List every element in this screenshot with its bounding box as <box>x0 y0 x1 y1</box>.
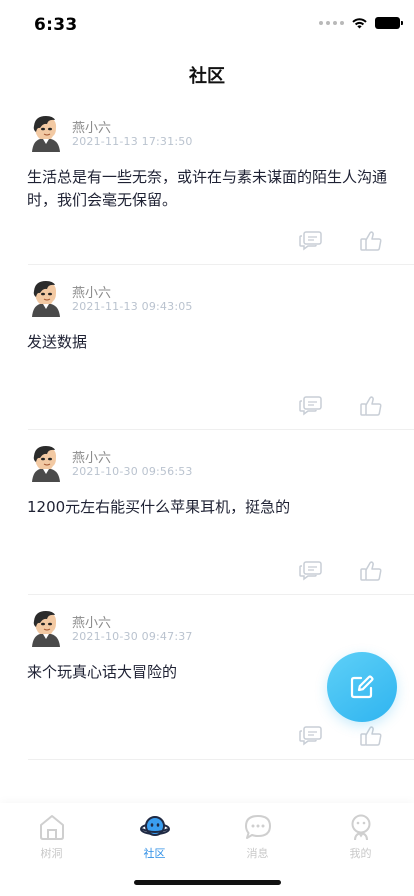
cellular-signal-icon <box>319 21 344 25</box>
post-card[interactable]: 燕小六 2021-11-13 17:31:50 生活总是有一些无奈，或许在与素未… <box>0 100 414 265</box>
post-content[interactable]: 发送数据 <box>27 331 397 354</box>
post-content[interactable]: 生活总是有一些无奈，或许在与素未谋面的陌生人沟通时，我们会毫无保留。 <box>27 166 397 212</box>
planet-icon <box>139 816 170 836</box>
profile-icon <box>351 814 370 841</box>
tab-label: 社区 <box>143 847 166 860</box>
comment-icon[interactable] <box>299 395 323 417</box>
avatar[interactable] <box>26 609 64 647</box>
post-timestamp: 2021-10-30 09:56:53 <box>72 465 193 478</box>
thumbs-up-icon[interactable] <box>359 725 383 747</box>
comment-icon[interactable] <box>299 230 323 252</box>
divider <box>28 759 414 760</box>
avatar[interactable] <box>26 114 64 152</box>
thumbs-up-icon[interactable] <box>359 560 383 582</box>
tab-messages[interactable]: 消息 <box>206 813 309 863</box>
post-author[interactable]: 燕小六 <box>72 117 111 136</box>
tab-label: 我的 <box>349 847 372 860</box>
tab-profile[interactable]: 我的 <box>309 813 412 863</box>
tab-label: 树洞 <box>40 847 63 860</box>
tab-label: 消息 <box>246 847 269 860</box>
status-bar: 6:33 <box>0 0 414 48</box>
battery-icon <box>375 17 403 29</box>
home-icon <box>39 815 64 840</box>
post-timestamp: 2021-11-13 17:31:50 <box>72 135 193 148</box>
post-timestamp: 2021-10-30 09:47:37 <box>72 630 193 643</box>
avatar[interactable] <box>26 444 64 482</box>
avatar[interactable] <box>26 279 64 317</box>
post-author[interactable]: 燕小六 <box>72 612 111 631</box>
page-title: 社区 <box>189 66 225 87</box>
chat-bubble-icon <box>244 815 271 839</box>
wifi-icon <box>352 18 367 29</box>
post-timestamp: 2021-11-13 09:43:05 <box>72 300 193 313</box>
status-time: 6:33 <box>34 15 78 35</box>
home-indicator[interactable] <box>134 880 281 885</box>
edit-icon <box>350 675 374 699</box>
comment-icon[interactable] <box>299 725 323 747</box>
post-content[interactable]: 1200元左右能买什么苹果耳机，挺急的 <box>27 496 397 519</box>
thumbs-up-icon[interactable] <box>359 395 383 417</box>
post-card[interactable]: 燕小六 2021-10-30 09:56:53 1200元左右能买什么苹果耳机，… <box>0 430 414 595</box>
comment-icon[interactable] <box>299 560 323 582</box>
status-icons <box>319 17 403 29</box>
tab-treehole[interactable]: 树洞 <box>0 813 103 863</box>
post-author[interactable]: 燕小六 <box>72 282 111 301</box>
post-card[interactable]: 燕小六 2021-11-13 09:43:05 发送数据 <box>0 265 414 430</box>
post-author[interactable]: 燕小六 <box>72 447 111 466</box>
thumbs-up-icon[interactable] <box>359 230 383 252</box>
new-post-button[interactable] <box>327 652 397 722</box>
tab-community[interactable]: 社区 <box>103 813 206 863</box>
